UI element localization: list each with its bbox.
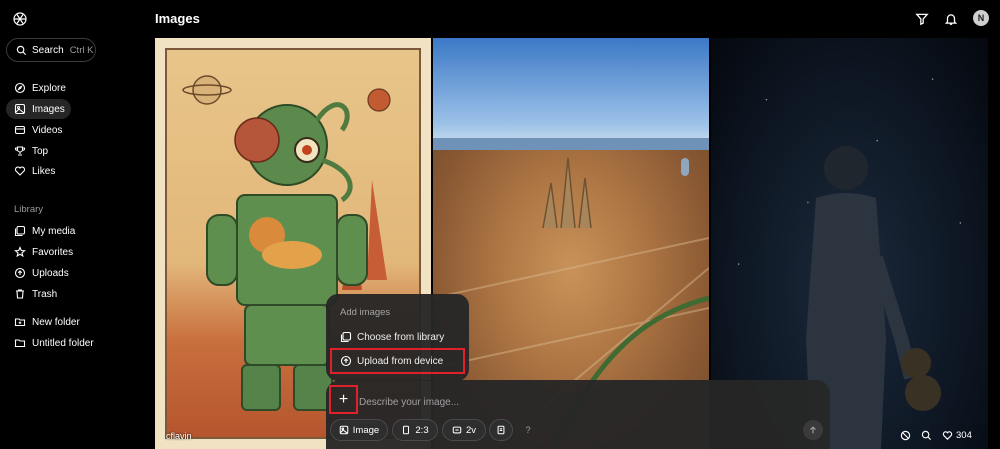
prompt-input[interactable] (359, 395, 659, 409)
aspect-label: 2:3 (415, 424, 429, 436)
trash-icon (14, 288, 26, 300)
nav-explore[interactable]: Explore (6, 78, 71, 98)
aspect-ratio-chip[interactable]: 2:3 (392, 419, 438, 441)
send-button[interactable] (803, 420, 823, 440)
nav-trash-label: Trash (32, 288, 58, 300)
nav-top-label: Top (32, 145, 49, 157)
nav-uploads[interactable]: Uploads (6, 263, 96, 283)
nav-uploads-label: Uploads (32, 267, 69, 279)
add-images-menu: Add images Choose from library Upload fr… (326, 294, 469, 381)
nav-new-folder[interactable]: New folder (6, 312, 116, 332)
image-icon (339, 425, 349, 435)
filter-icon[interactable] (914, 11, 930, 27)
choose-from-library-label: Choose from library (357, 331, 445, 343)
nav-top[interactable]: Top (6, 141, 71, 161)
search-icon (921, 430, 932, 441)
bell-icon[interactable] (943, 11, 959, 27)
upload-icon (14, 267, 26, 279)
library-icon (340, 331, 352, 343)
tile-author[interactable]: cflavin (166, 431, 192, 441)
folder-plus-icon (14, 316, 26, 328)
nav-images[interactable]: Images (6, 99, 71, 119)
folder-icon (14, 337, 26, 349)
media-icon (14, 225, 26, 237)
no-symbol-icon (900, 430, 911, 441)
search-icon (16, 45, 27, 56)
upload-from-device-label: Upload from device (357, 355, 444, 367)
document-icon (496, 425, 506, 435)
heart-icon (14, 165, 26, 177)
nav-likes-label: Likes (32, 165, 56, 177)
portrait-icon (401, 425, 411, 435)
add-image-button[interactable]: + (329, 385, 358, 414)
logo-icon[interactable] (11, 10, 29, 28)
nav-likes[interactable]: Likes (6, 161, 71, 181)
likes-count: 304 (956, 430, 972, 441)
upload-from-device-item[interactable]: Upload from device (330, 348, 465, 374)
search-label: Search (32, 44, 64, 56)
add-images-title: Add images (340, 307, 391, 318)
nav-untitled-folder[interactable]: Untitled folder (6, 333, 126, 353)
image-icon (14, 103, 26, 115)
nav-trash[interactable]: Trash (6, 284, 96, 304)
star-icon (14, 246, 26, 258)
choose-from-library-item[interactable]: Choose from library (332, 326, 463, 348)
nav-explore-label: Explore (32, 82, 66, 94)
trophy-icon (14, 145, 26, 157)
nav-favorites-label: Favorites (32, 246, 74, 258)
variants-chip[interactable]: 2v (442, 419, 486, 441)
nav-videos-label: Videos (32, 124, 63, 136)
nav-favorites[interactable]: Favorites (6, 242, 96, 262)
nav-new-folder-label: New folder (32, 316, 80, 328)
search-button[interactable]: Search Ctrl K (6, 38, 96, 62)
nav-my-media-label: My media (32, 225, 76, 237)
sidebar: Search Ctrl K Explore Images Videos Top … (0, 0, 140, 449)
upload-icon (340, 355, 352, 367)
zoom-button[interactable] (921, 430, 932, 441)
nav-videos[interactable]: Videos (6, 120, 71, 140)
remix-button[interactable] (900, 430, 911, 441)
variants-icon (452, 425, 462, 435)
tile-actions: 304 (900, 430, 972, 441)
mode-image-chip[interactable]: Image (330, 419, 388, 441)
help-button[interactable]: ? (517, 419, 539, 441)
mode-label: Image (352, 424, 380, 436)
variants-label: 2v (465, 424, 477, 436)
search-shortcut: Ctrl K (69, 44, 94, 56)
page-title: Images (155, 11, 200, 26)
nav-my-media[interactable]: My media (6, 221, 96, 241)
presets-button[interactable] (489, 419, 513, 441)
heart-icon (942, 430, 953, 441)
avatar[interactable]: N (973, 10, 989, 26)
compass-icon (14, 82, 26, 94)
nav-untitled-folder-label: Untitled folder (32, 337, 94, 349)
like-button[interactable]: 304 (942, 430, 972, 441)
nav-images-label: Images (32, 103, 65, 115)
library-section-label: Library (14, 204, 44, 215)
video-icon (14, 124, 26, 136)
arrow-up-icon (808, 425, 818, 435)
